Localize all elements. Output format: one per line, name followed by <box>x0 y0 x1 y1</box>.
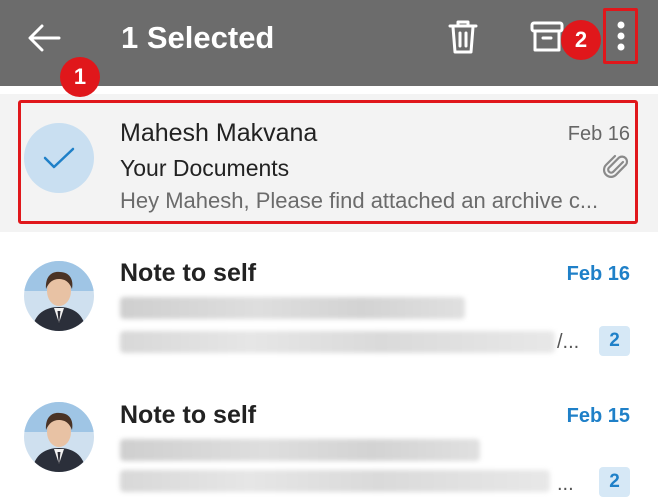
checkmark-icon <box>43 147 75 169</box>
avatar-portrait <box>24 402 94 472</box>
email-preview: Hey Mahesh, Please find attached an arch… <box>120 188 599 213</box>
selected-check-avatar[interactable] <box>24 123 94 193</box>
preview-trail: ... <box>557 473 574 495</box>
more-options-button[interactable] <box>603 8 638 64</box>
blurred-subject <box>120 297 465 319</box>
back-button[interactable] <box>22 18 66 58</box>
thread-count-badge: 2 <box>599 467 630 497</box>
email-subject: Your Documents <box>120 155 290 181</box>
archive-icon <box>530 21 564 52</box>
email-date: Feb 16 <box>566 263 630 285</box>
thread-count-badge: 2 <box>599 326 630 356</box>
selection-count-title: 1 Selected <box>121 20 275 55</box>
email-sender: Note to self <box>120 401 257 429</box>
attachment-icon <box>603 154 629 178</box>
arrow-left-icon <box>28 24 61 52</box>
email-sender: Mahesh Makvana <box>120 119 318 147</box>
blurred-preview <box>120 470 550 492</box>
sender-avatar <box>24 402 94 472</box>
blurred-subject <box>120 439 480 461</box>
email-sender: Note to self <box>120 259 257 287</box>
delete-button[interactable] <box>440 14 486 60</box>
email-date: Feb 16 <box>567 123 630 145</box>
step-2-annotation-badge: 2 <box>561 20 601 60</box>
step-1-annotation-badge: 1 <box>60 57 100 97</box>
blurred-preview <box>120 331 555 353</box>
sender-avatar <box>24 261 94 331</box>
email-date: Feb 15 <box>566 405 630 427</box>
trash-icon <box>448 20 478 54</box>
more-vertical-icon <box>617 21 624 51</box>
preview-trail: /... <box>557 331 580 353</box>
avatar-portrait <box>24 261 94 331</box>
